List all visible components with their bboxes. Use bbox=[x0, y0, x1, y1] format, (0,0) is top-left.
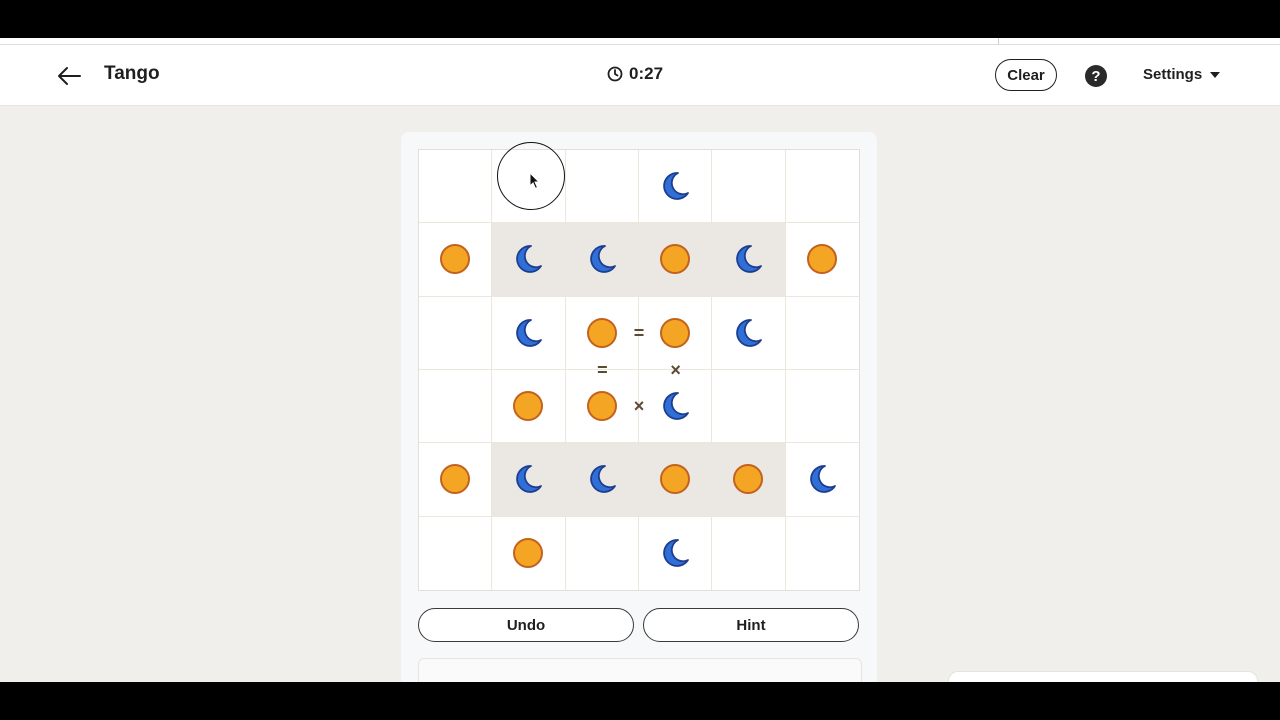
sun-icon bbox=[586, 391, 617, 422]
sun-icon bbox=[660, 464, 691, 495]
moon-icon bbox=[516, 318, 543, 347]
game-title: Tango bbox=[104, 63, 160, 84]
sun-icon bbox=[586, 317, 617, 348]
side-card bbox=[948, 671, 1258, 682]
board-cell[interactable] bbox=[712, 443, 786, 517]
sun-icon bbox=[513, 391, 544, 422]
board-cell[interactable] bbox=[419, 516, 493, 590]
board-cell[interactable] bbox=[639, 370, 713, 444]
timer-value: 0:27 bbox=[629, 64, 664, 83]
sun-icon bbox=[733, 464, 764, 495]
moon-icon bbox=[516, 465, 543, 494]
moon-icon bbox=[663, 392, 690, 420]
browser-strip bbox=[0, 38, 1280, 45]
game-viewport: Tango 0:27 Clear ? Settings = = × × Undo Hi… bbox=[0, 38, 1280, 682]
opposite-constraint: × bbox=[633, 396, 645, 417]
board-cell[interactable] bbox=[785, 297, 859, 370]
board-cell[interactable] bbox=[419, 296, 493, 370]
board-cell[interactable] bbox=[639, 443, 713, 517]
hint-button[interactable]: Hint bbox=[643, 608, 859, 642]
board-cell[interactable] bbox=[786, 517, 859, 590]
board-cell[interactable] bbox=[712, 296, 786, 370]
sun-icon bbox=[440, 464, 471, 495]
moon-icon bbox=[516, 245, 543, 274]
sun-icon bbox=[807, 244, 838, 275]
board-cell[interactable] bbox=[785, 223, 859, 297]
settings-menu[interactable]: Settings bbox=[1143, 66, 1221, 83]
moon-icon bbox=[736, 245, 763, 274]
board-cell[interactable] bbox=[639, 516, 713, 590]
board-cell[interactable] bbox=[639, 150, 713, 224]
board-cell[interactable] bbox=[565, 223, 639, 297]
arrow-left-icon bbox=[58, 67, 81, 85]
undo-button[interactable]: Undo bbox=[418, 608, 634, 642]
board-cell[interactable] bbox=[492, 150, 566, 224]
board-cell[interactable] bbox=[492, 296, 566, 370]
timer: 0:27 bbox=[607, 64, 663, 84]
board-cell[interactable] bbox=[785, 150, 859, 224]
board-cell[interactable] bbox=[419, 443, 493, 517]
board-cell[interactable] bbox=[419, 150, 493, 224]
moon-icon bbox=[590, 245, 616, 274]
game-header: Tango 0:27 Clear ? Settings bbox=[0, 45, 1280, 106]
board-cell[interactable] bbox=[712, 223, 786, 297]
equal-constraint: = bbox=[597, 359, 608, 380]
clear-button[interactable]: Clear bbox=[995, 59, 1057, 91]
info-card bbox=[418, 658, 862, 682]
board-cell[interactable] bbox=[639, 223, 713, 297]
caret-down-icon bbox=[1210, 71, 1221, 78]
moon-icon bbox=[590, 465, 616, 494]
back-button[interactable] bbox=[54, 61, 84, 91]
question-icon[interactable]: ? bbox=[1085, 65, 1107, 87]
board-cell[interactable] bbox=[785, 370, 859, 444]
board-cell[interactable] bbox=[419, 370, 493, 444]
moon-icon bbox=[663, 172, 690, 200]
equal-constraint: = bbox=[633, 322, 645, 343]
moon-icon bbox=[736, 318, 763, 347]
settings-label: Settings bbox=[1143, 66, 1203, 83]
tango-board bbox=[418, 149, 860, 591]
sun-icon bbox=[660, 244, 691, 275]
board-cell[interactable] bbox=[712, 516, 786, 590]
board-cell[interactable] bbox=[566, 516, 639, 590]
board-cell[interactable] bbox=[492, 370, 566, 444]
sun-icon bbox=[440, 244, 471, 275]
board-cell[interactable] bbox=[492, 223, 566, 297]
opposite-constraint: × bbox=[670, 359, 681, 380]
board-cell[interactable] bbox=[492, 516, 566, 590]
moon-icon bbox=[663, 539, 690, 568]
board-cell[interactable] bbox=[785, 443, 859, 517]
board-cell[interactable] bbox=[565, 443, 639, 517]
clock-icon bbox=[607, 66, 623, 82]
board-cell[interactable] bbox=[419, 223, 493, 297]
sun-icon bbox=[660, 317, 691, 348]
board-cell[interactable] bbox=[492, 443, 566, 517]
board-cell[interactable] bbox=[565, 150, 639, 224]
board-cell[interactable] bbox=[712, 150, 786, 224]
sun-icon bbox=[513, 538, 544, 569]
board-cell[interactable] bbox=[565, 370, 639, 444]
moon-icon bbox=[810, 465, 837, 494]
board-cell[interactable] bbox=[712, 370, 786, 444]
